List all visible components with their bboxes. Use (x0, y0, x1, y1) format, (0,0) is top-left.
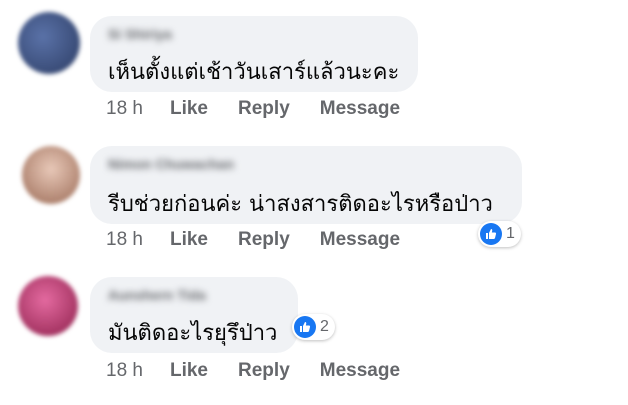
reaction-count-badge[interactable]: 2 (292, 314, 335, 340)
avatar[interactable] (22, 146, 80, 204)
message-button[interactable]: Message (320, 229, 400, 251)
avatar[interactable] (18, 276, 78, 336)
comment-timestamp[interactable]: 18 h (106, 98, 143, 120)
comment-timestamp[interactable]: 18 h (106, 360, 143, 382)
reaction-count-badge[interactable]: 1 (478, 221, 521, 247)
comment-bubble: Aunshern Tida มันติดอะไรยุรึป่าว (90, 277, 298, 353)
comment-author[interactable]: Nimon Chuwachan (108, 156, 234, 172)
comment-author[interactable]: Si Shiriya (108, 26, 172, 42)
reaction-count: 2 (320, 318, 329, 335)
comment-author[interactable]: Aunshern Tida (108, 287, 206, 303)
comment-text: เห็นตั้งแต่เช้าวันเสาร์แล้วนะคะ (108, 60, 400, 85)
comment-text: รีบช่วยก่อนค่ะ น่าสงสารติดอะไรหรือป่าว (108, 192, 493, 217)
reply-button[interactable]: Reply (238, 229, 290, 251)
comment-bubble: Si Shiriya เห็นตั้งแต่เช้าวันเสาร์แล้วนะ… (90, 16, 418, 92)
like-icon (480, 223, 502, 245)
reply-button[interactable]: Reply (238, 360, 290, 382)
comment-text: มันติดอะไรยุรึป่าว (108, 321, 278, 346)
like-button[interactable]: Like (170, 360, 208, 382)
like-icon (294, 316, 316, 338)
comment-actions: 18 h Like Reply Message (106, 360, 430, 382)
comment-actions: 18 h Like Reply Message (106, 229, 430, 251)
reaction-count: 1 (506, 225, 515, 242)
comment-timestamp[interactable]: 18 h (106, 229, 143, 251)
avatar[interactable] (18, 12, 80, 74)
like-button[interactable]: Like (170, 98, 208, 120)
reply-button[interactable]: Reply (238, 98, 290, 120)
message-button[interactable]: Message (320, 360, 400, 382)
like-button[interactable]: Like (170, 229, 208, 251)
comment-bubble: Nimon Chuwachan รีบช่วยก่อนค่ะ น่าสงสารต… (90, 146, 522, 224)
message-button[interactable]: Message (320, 98, 400, 120)
comment-actions: 18 h Like Reply Message (106, 98, 430, 120)
